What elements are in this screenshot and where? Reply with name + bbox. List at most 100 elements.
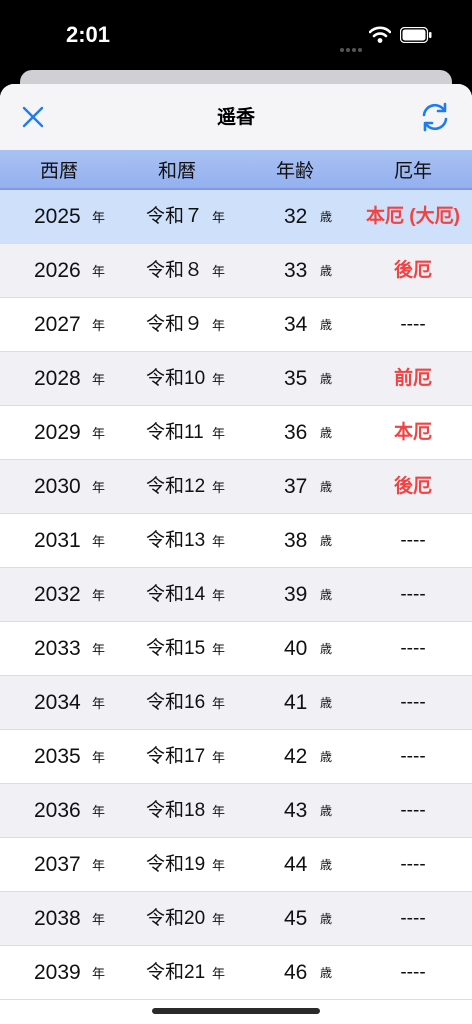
- age-value: 42: [284, 745, 308, 768]
- era-value: 令和13: [146, 530, 206, 551]
- era-unit-label: 年: [212, 912, 226, 927]
- column-header-yakudoshi: 厄年: [393, 159, 432, 182]
- table-row[interactable]: 2038 年令和20 年 45 歳 ----: [0, 892, 472, 946]
- year-unit-label: 年: [92, 750, 106, 765]
- table-row[interactable]: 2028 年令和10 年 35 歳前厄: [0, 352, 472, 406]
- column-header-japanese-era: 和暦: [157, 159, 196, 182]
- age-value: 37: [284, 475, 308, 498]
- wifi-icon: [368, 26, 392, 44]
- age-unit-label: 歳: [320, 912, 333, 926]
- yakudoshi-value: 前厄: [393, 368, 432, 389]
- era-value: 令和12: [146, 476, 206, 497]
- yakudoshi-value: ----: [400, 746, 426, 767]
- yakudoshi-value: ----: [400, 962, 426, 983]
- era-unit-label: 年: [212, 264, 226, 279]
- year-unit-label: 年: [92, 318, 106, 333]
- year-unit-label: 年: [92, 264, 106, 279]
- table-row[interactable]: 2029 年令和11 年 36 歳本厄: [0, 406, 472, 460]
- era-unit-label: 年: [212, 588, 226, 603]
- year-unit-label: 年: [92, 534, 106, 549]
- era-value: 令和15: [146, 638, 206, 659]
- era-value: 令和11: [146, 422, 204, 443]
- yakudoshi-value: 本厄 (大厄): [366, 206, 460, 227]
- year-value: 2033: [34, 637, 81, 660]
- year-value: 2026: [34, 259, 81, 282]
- age-unit-label: 歳: [320, 372, 333, 386]
- age-unit-label: 歳: [320, 858, 333, 872]
- year-value: 2032: [34, 583, 81, 606]
- year-unit-label: 年: [92, 642, 106, 657]
- year-value: 2039: [34, 961, 81, 984]
- era-unit-label: 年: [212, 480, 226, 495]
- era-value: 令和20: [146, 908, 206, 929]
- age-value: 43: [284, 799, 308, 822]
- yakudoshi-value: ----: [400, 854, 426, 875]
- age-value: 34: [284, 313, 308, 336]
- era-value: 令和17: [146, 746, 206, 767]
- age-value: 44: [284, 853, 308, 876]
- column-header-age: 年齢: [275, 159, 314, 182]
- table-row[interactable]: 2026 年令和８ 年 33 歳後厄: [0, 244, 472, 298]
- table-row[interactable]: 2036 年令和18 年 43 歳 ----: [0, 784, 472, 838]
- age-unit-label: 歳: [320, 318, 333, 332]
- yakudoshi-value: 後厄: [393, 476, 432, 497]
- year-unit-label: 年: [92, 804, 106, 819]
- table-row[interactable]: 2027 年令和９ 年 34 歳 ----: [0, 298, 472, 352]
- table-row[interactable]: 2035 年令和17 年 42 歳 ----: [0, 730, 472, 784]
- yakudoshi-value: ----: [400, 908, 426, 929]
- modal-sheet: 遥香 西暦 和暦 年齢 厄年 2025 年令和７ 年 32 歳本厄 (大厄) 2026 年令…: [0, 84, 472, 1024]
- yakudoshi-value: ----: [400, 584, 426, 605]
- era-unit-label: 年: [212, 210, 226, 225]
- year-unit-label: 年: [92, 480, 106, 495]
- close-button[interactable]: [18, 102, 48, 132]
- era-unit-label: 年: [212, 804, 226, 819]
- status-bar: 2:01: [0, 0, 472, 70]
- table-row[interactable]: 2025 年令和７ 年 32 歳本厄 (大厄): [0, 190, 472, 244]
- refresh-icon: [422, 102, 448, 132]
- year-value: 2036: [34, 799, 81, 822]
- era-value: 令和14: [146, 584, 206, 605]
- year-unit-label: 年: [92, 372, 106, 387]
- age-unit-label: 歳: [320, 642, 333, 656]
- page-title: 遥香: [216, 106, 255, 128]
- era-unit-label: 年: [212, 318, 226, 333]
- age-value: 32: [284, 205, 308, 228]
- table-row[interactable]: 2033 年令和15 年 40 歳 ----: [0, 622, 472, 676]
- age-value: 45: [284, 907, 308, 930]
- year-value: 2030: [34, 475, 81, 498]
- yakudoshi-value: ----: [400, 800, 426, 821]
- table-row[interactable]: 2030 年令和12 年 37 歳後厄: [0, 460, 472, 514]
- age-value: 35: [284, 367, 308, 390]
- age-unit-label: 歳: [320, 966, 333, 980]
- era-unit-label: 年: [212, 858, 226, 873]
- year-unit-label: 年: [92, 966, 106, 981]
- era-unit-label: 年: [212, 966, 226, 981]
- age-value: 38: [284, 529, 308, 552]
- era-unit-label: 年: [212, 696, 226, 711]
- year-value: 2031: [34, 529, 81, 552]
- yakudoshi-value: ----: [400, 314, 426, 335]
- status-time: 2:01: [66, 22, 111, 47]
- close-icon: [22, 106, 44, 128]
- era-unit-label: 年: [212, 642, 226, 657]
- age-unit-label: 歳: [320, 588, 333, 602]
- era-unit-label: 年: [212, 750, 226, 765]
- yakudoshi-value: ----: [400, 692, 426, 713]
- table-row[interactable]: 2032 年令和14 年 39 歳 ----: [0, 568, 472, 622]
- table-row[interactable]: 2031 年令和13 年 38 歳 ----: [0, 514, 472, 568]
- era-value: 令和10: [146, 368, 206, 389]
- refresh-button[interactable]: [418, 100, 452, 134]
- era-value: 令和７: [146, 206, 204, 227]
- battery-icon: [399, 26, 432, 44]
- year-table: 2025 年令和７ 年 32 歳本厄 (大厄) 2026 年令和８ 年 33 歳後厄 2027 年令和…: [0, 190, 472, 1000]
- era-unit-label: 年: [212, 372, 226, 387]
- year-unit-label: 年: [92, 210, 106, 225]
- year-value: 2035: [34, 745, 81, 768]
- year-value: 2038: [34, 907, 81, 930]
- table-row[interactable]: 2034 年令和16 年 41 歳 ----: [0, 676, 472, 730]
- table-row[interactable]: 2037 年令和19 年 44 歳 ----: [0, 838, 472, 892]
- table-row[interactable]: 2039 年令和21 年 46 歳 ----: [0, 946, 472, 1000]
- yakudoshi-value: ----: [400, 530, 426, 551]
- yakudoshi-value: 後厄: [393, 260, 432, 281]
- yakudoshi-value: ----: [400, 638, 426, 659]
